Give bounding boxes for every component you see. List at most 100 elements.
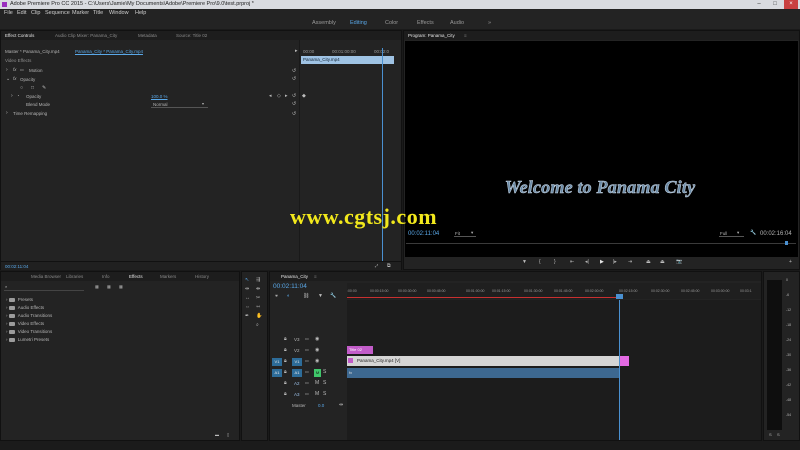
tab-info[interactable]: Info xyxy=(102,272,110,281)
export-frame-icon[interactable]: 📷 xyxy=(676,259,682,265)
expand-opacity-value-icon[interactable]: › xyxy=(11,93,13,99)
lock-icon[interactable]: 🔒︎ xyxy=(284,358,287,364)
track-select-tool-icon[interactable]: ⇶ xyxy=(256,277,260,283)
program-playhead[interactable] xyxy=(785,241,788,245)
workspace-assembly[interactable]: Assembly xyxy=(312,18,336,29)
eye-icon[interactable]: ◉ xyxy=(315,336,319,342)
maximize-icon[interactable]: □ xyxy=(768,0,782,9)
workspace-effects[interactable]: Effects xyxy=(417,18,434,29)
ripple-edit-tool-icon[interactable]: ⇹ xyxy=(245,286,249,292)
32bit-effects-icon[interactable]: ▦ xyxy=(107,284,111,289)
tab-sequence[interactable]: Panama_City xyxy=(281,272,308,281)
folder-audio-effects[interactable]: › Audio Effects xyxy=(6,305,44,310)
ec-timecode[interactable]: 00:02:11:04 xyxy=(5,264,28,269)
expand-time-remap-icon[interactable]: › xyxy=(6,110,8,116)
lock-icon[interactable]: 🔒︎ xyxy=(284,391,287,397)
tab-effects[interactable]: Effects xyxy=(129,272,143,281)
tab-metadata[interactable]: Metadata xyxy=(138,31,157,40)
tab-markers[interactable]: Markers xyxy=(160,272,176,281)
solo-icon[interactable]: S xyxy=(323,380,326,386)
play-icon[interactable]: ▶ xyxy=(600,259,604,265)
clip-title[interactable]: Title 02 xyxy=(347,346,373,354)
solo-icon[interactable]: S xyxy=(323,369,326,375)
tab-audio-clip-mixer[interactable]: Audio Clip Mixer: Panama_City xyxy=(55,31,117,40)
expand-motion-icon[interactable]: › xyxy=(6,67,8,73)
reset-motion-icon[interactable]: ↺ xyxy=(292,68,296,74)
zoom-tool-icon[interactable]: ⌕ xyxy=(256,322,259,328)
stopwatch-icon[interactable]: ◔ xyxy=(17,93,19,98)
source-patch-v1[interactable]: V1 xyxy=(272,358,282,366)
ellipse-mask-icon[interactable]: ○ xyxy=(20,85,23,91)
add-marker-icon[interactable]: ▼ xyxy=(522,259,527,265)
accelerated-effects-icon[interactable]: ▦ xyxy=(95,284,99,289)
sync-lock-icon[interactable]: ▭ xyxy=(305,336,309,341)
tab-source[interactable]: Source: Title 02 xyxy=(176,31,207,40)
clip-audio[interactable]: fx xyxy=(347,368,619,378)
menu-help[interactable]: Help xyxy=(135,9,146,18)
step-back-icon[interactable]: ◂| xyxy=(585,259,589,265)
sequence-clip-label[interactable]: Panama_City * Panama_City.mp4 xyxy=(75,49,143,54)
master-value[interactable]: 0.0 xyxy=(318,403,324,408)
extract-icon[interactable]: ⏏ xyxy=(660,259,665,265)
playback-resolution-select[interactable]: Full ▾ xyxy=(719,230,744,237)
mark-in-icon[interactable]: { xyxy=(539,259,541,265)
menu-clip[interactable]: Clip xyxy=(31,9,40,18)
reset-time-remap-icon[interactable]: ↺ xyxy=(292,111,296,117)
blend-mode-select[interactable]: Normal ▾ xyxy=(151,101,208,108)
program-timecode[interactable]: 00:02:11:04 xyxy=(408,231,439,237)
folder-video-effects[interactable]: › Video Effects xyxy=(6,321,44,326)
mute-icon[interactable]: M xyxy=(315,380,319,386)
ec-snap-icon[interactable]: ⧉ xyxy=(387,263,391,269)
razor-tool-icon[interactable]: ✂ xyxy=(256,295,260,301)
timeline-playhead[interactable] xyxy=(616,294,623,299)
trash-icon[interactable]: ▯ xyxy=(227,432,229,437)
solo-left-button[interactable]: S xyxy=(769,432,772,437)
program-scrub-bar[interactable] xyxy=(406,243,796,244)
tab-libraries[interactable]: Libraries xyxy=(66,272,83,281)
mark-out-icon[interactable]: } xyxy=(554,259,556,265)
go-to-out-icon[interactable]: ⇥ xyxy=(628,259,632,265)
ec-clip-bar[interactable]: Panama_City.mp4 xyxy=(301,56,394,64)
keyframe-nav-icon[interactable]: ◆ xyxy=(302,93,306,99)
eye-icon[interactable]: ◉ xyxy=(315,358,319,364)
track-target-a1[interactable]: A1 xyxy=(292,369,302,377)
menu-marker[interactable]: Marker xyxy=(72,9,89,18)
workspace-more[interactable]: » xyxy=(488,18,491,29)
go-to-in-icon[interactable]: ⇤ xyxy=(570,259,574,265)
prev-keyframe-icon[interactable]: ◂ xyxy=(269,93,272,99)
slip-tool-icon[interactable]: ⇔ xyxy=(245,304,250,310)
pen-mask-icon[interactable]: ✎ xyxy=(42,85,46,91)
master-clip-label[interactable]: Master * Panama_City.mp4 xyxy=(5,49,60,54)
eye-icon[interactable]: ◉ xyxy=(315,347,319,353)
folder-video-transitions[interactable]: › Video Transitions xyxy=(6,329,52,334)
timeline-ruler[interactable]: :00:00 00:00:15:00 00:00:30:00 00:00:45:… xyxy=(347,283,761,299)
timeline-settings-icon[interactable]: 🔧 xyxy=(330,293,336,299)
rate-stretch-tool-icon[interactable]: ↔ xyxy=(245,295,250,301)
sync-lock-icon[interactable]: ▭ xyxy=(305,391,309,396)
timeline-timecode[interactable]: 00:02:11:04 xyxy=(273,283,307,290)
new-bin-icon[interactable]: ▬ xyxy=(215,432,219,437)
sequence-menu-icon[interactable]: ≡ xyxy=(314,272,317,281)
effects-search-input[interactable]: ⌕ xyxy=(4,284,84,291)
add-marker-icon[interactable]: ▼ xyxy=(318,293,323,299)
solo-icon[interactable]: S xyxy=(323,391,326,397)
master-jump-icon[interactable]: ⇹ xyxy=(339,402,343,408)
workspace-audio[interactable]: Audio xyxy=(450,18,464,29)
lock-icon[interactable]: 🔒︎ xyxy=(284,336,287,342)
snap-icon[interactable]: ◐ xyxy=(287,293,290,299)
menu-file[interactable]: File xyxy=(4,9,13,18)
hand-tool-icon[interactable]: ✋ xyxy=(256,313,262,319)
solo-right-button[interactable]: S xyxy=(777,432,780,437)
workspace-editing[interactable]: Editing xyxy=(350,18,367,29)
linked-selection-icon[interactable]: ⛓ xyxy=(303,293,309,299)
close-icon[interactable]: × xyxy=(784,0,798,9)
play-only-icon[interactable]: ▸ xyxy=(295,48,298,54)
slide-tool-icon[interactable]: ⇿ xyxy=(256,304,260,310)
rolling-edit-tool-icon[interactable]: ⇼ xyxy=(256,286,260,292)
mute-icon[interactable]: M xyxy=(315,391,319,397)
clip-video-tail[interactable] xyxy=(619,356,629,366)
folder-presets[interactable]: › Presets xyxy=(6,297,33,302)
nest-toggle-icon[interactable]: ⚹ xyxy=(275,293,278,299)
lock-icon[interactable]: 🔒︎ xyxy=(284,347,287,353)
step-forward-icon[interactable]: |▸ xyxy=(613,259,617,265)
